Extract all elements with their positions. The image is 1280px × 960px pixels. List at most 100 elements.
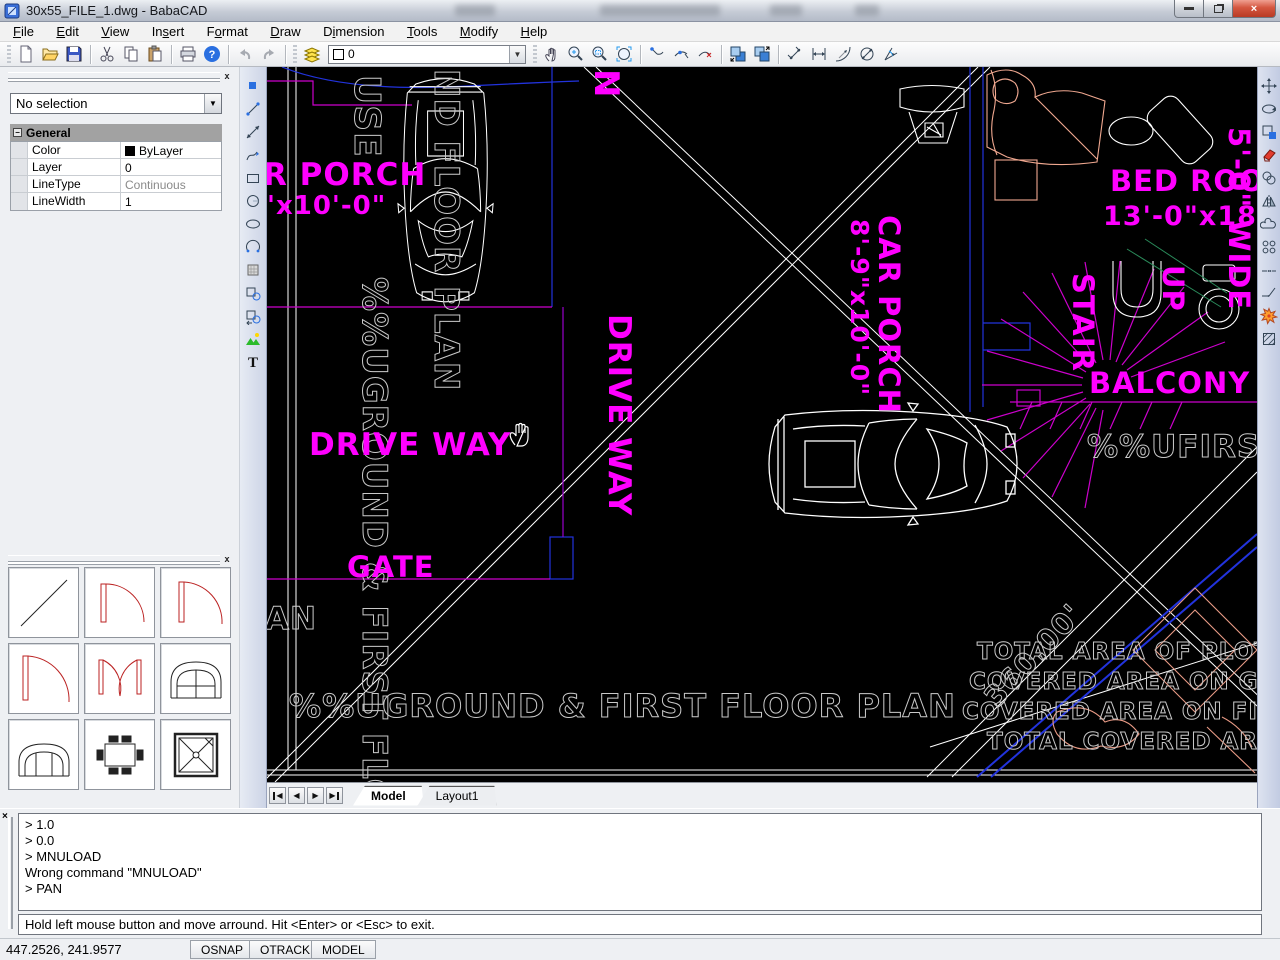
block-door-swing[interactable] (84, 567, 155, 638)
menu-dimension[interactable]: Dimension (314, 22, 393, 42)
menu-edit[interactable]: Edit (47, 22, 87, 42)
menu-view[interactable]: View (92, 22, 138, 42)
layers-icon[interactable] (300, 43, 324, 65)
hatch-icon[interactable] (243, 259, 264, 280)
drawing-canvas[interactable]: N USE ND FLOOR PLAN %%UGROUND & FIRST FL… (267, 67, 1257, 782)
properties-panel-handle[interactable] (8, 72, 220, 79)
circle-icon[interactable] (243, 190, 264, 211)
command-input[interactable]: Hold left mouse button and move arround.… (18, 914, 1262, 935)
block-arched-window[interactable] (160, 643, 231, 714)
last-tab-button[interactable]: ▶ (326, 787, 343, 804)
layer-value[interactable]: 0 (121, 159, 221, 175)
text-wide[interactable]: 5'-0" WIDE (1222, 127, 1256, 310)
close-button[interactable]: × (1232, 0, 1276, 18)
edit-hatch-icon[interactable] (1259, 328, 1280, 349)
help-icon[interactable]: ? (200, 43, 224, 65)
menu-insert[interactable]: Insert (143, 22, 194, 42)
point-icon[interactable] (243, 75, 264, 96)
open-icon[interactable] (38, 43, 62, 65)
toolbar-grip[interactable] (7, 44, 11, 64)
paste-icon[interactable] (143, 43, 167, 65)
text-floor-plan-vertical[interactable]: ND FLOOR PLAN (426, 69, 467, 392)
block-line[interactable] (8, 567, 79, 638)
toolbar-grip[interactable] (533, 44, 537, 64)
command-close-icon[interactable]: × (2, 811, 8, 822)
cad-drawing[interactable]: N USE ND FLOOR PLAN %%UGROUND & FIRST FL… (267, 67, 1257, 782)
make-block-icon[interactable] (243, 282, 264, 303)
break-at-point-icon[interactable] (1259, 282, 1280, 303)
offset-icon[interactable] (1259, 213, 1280, 234)
snap-endpoint-icon[interactable] (645, 43, 669, 65)
zoom-realtime-icon[interactable] (564, 43, 588, 65)
menu-draw[interactable]: Draw (261, 22, 309, 42)
save-icon[interactable] (62, 43, 86, 65)
text-ground-first-title[interactable]: %%UGROUND & FIRST FLOOR PLAN (289, 687, 956, 726)
array-icon[interactable] (1259, 236, 1280, 257)
text-gate[interactable]: GATE (347, 550, 435, 584)
snap-midpoint-icon[interactable] (669, 43, 693, 65)
text-plan-fragment[interactable]: AN (267, 601, 317, 638)
first-tab-button[interactable]: ◀ (269, 787, 286, 804)
erase-icon[interactable] (1259, 144, 1280, 165)
text-car-porch[interactable]: CAR PORCH (872, 215, 906, 414)
text-lawn-fragment[interactable]: N (586, 69, 626, 98)
dim-diameter-icon[interactable] (855, 43, 879, 65)
move-icon[interactable] (1259, 75, 1280, 96)
chevron-down-icon[interactable]: ▼ (509, 45, 525, 63)
construction-line-icon[interactable] (243, 121, 264, 142)
next-tab-button[interactable]: ▶ (307, 787, 324, 804)
menu-help[interactable]: Help (512, 22, 557, 42)
tab-model[interactable]: Model (353, 786, 424, 806)
block-double-door[interactable] (84, 643, 155, 714)
properties-group-header[interactable]: − General (10, 124, 222, 141)
block-door-swing[interactable] (160, 567, 231, 638)
text-up[interactable]: UP (1156, 265, 1190, 312)
break-icon[interactable] (1259, 259, 1280, 280)
insert-block-icon[interactable] (243, 305, 264, 326)
send-to-back-icon[interactable] (726, 43, 750, 65)
snap-off-icon[interactable] (693, 43, 717, 65)
toolbar-grip[interactable] (293, 44, 297, 64)
selection-dropdown[interactable]: No selection ▼ (10, 93, 222, 114)
dim-angular-icon[interactable] (879, 43, 903, 65)
block-door-swing[interactable] (8, 643, 79, 714)
text-porch-dim-fragment[interactable]: 'x10'-0" (267, 191, 386, 221)
zoom-extents-icon[interactable] (612, 43, 636, 65)
text-drive-way[interactable]: DRIVE WAY (309, 427, 511, 463)
command-drag-handle[interactable] (8, 817, 13, 929)
text-icon[interactable]: T (243, 351, 264, 372)
text-drive-way-vertical[interactable]: DRIVE WAY (601, 314, 637, 516)
rotate-icon[interactable] (1259, 98, 1280, 119)
text-porch-fragment[interactable]: R PORCH (267, 157, 426, 193)
copy-icon[interactable] (119, 43, 143, 65)
print-icon[interactable] (176, 43, 200, 65)
furniture-outlines-pink[interactable] (986, 69, 1106, 201)
ellipse-icon[interactable] (243, 213, 264, 234)
dim-aligned-icon[interactable] (783, 43, 807, 65)
pan-icon[interactable] (540, 43, 564, 65)
color-value[interactable]: ByLayer (121, 142, 221, 158)
text-house-fragment[interactable]: USE (346, 75, 388, 159)
menu-file[interactable]: File (4, 22, 43, 42)
car-top-view[interactable] (768, 402, 1018, 526)
text-balcony[interactable]: BALCONY (1089, 366, 1250, 400)
chevron-down-icon[interactable]: ▼ (204, 94, 221, 113)
model-toggle[interactable]: MODEL (311, 940, 376, 959)
menu-tools[interactable]: Tools (398, 22, 446, 42)
zoom-window-icon[interactable] (588, 43, 612, 65)
explode-icon[interactable] (1259, 305, 1280, 326)
cut-icon[interactable] (95, 43, 119, 65)
linetype-value[interactable]: Continuous (121, 176, 221, 192)
image-icon[interactable] (243, 328, 264, 349)
tab-layout1[interactable]: Layout1 (418, 786, 497, 806)
copy-object-icon[interactable] (1259, 167, 1280, 188)
block-shower-cabin[interactable] (160, 719, 231, 790)
rectangle-icon[interactable] (243, 167, 264, 188)
menu-modify[interactable]: Modify (451, 22, 507, 42)
new-icon[interactable] (14, 43, 38, 65)
polyline-icon[interactable] (243, 144, 264, 165)
layer-combobox[interactable]: 0 ▼ (328, 44, 526, 64)
restore-button[interactable] (1203, 0, 1233, 18)
block-dining-table[interactable] (84, 719, 155, 790)
linewidth-value[interactable]: 1 (121, 193, 221, 210)
